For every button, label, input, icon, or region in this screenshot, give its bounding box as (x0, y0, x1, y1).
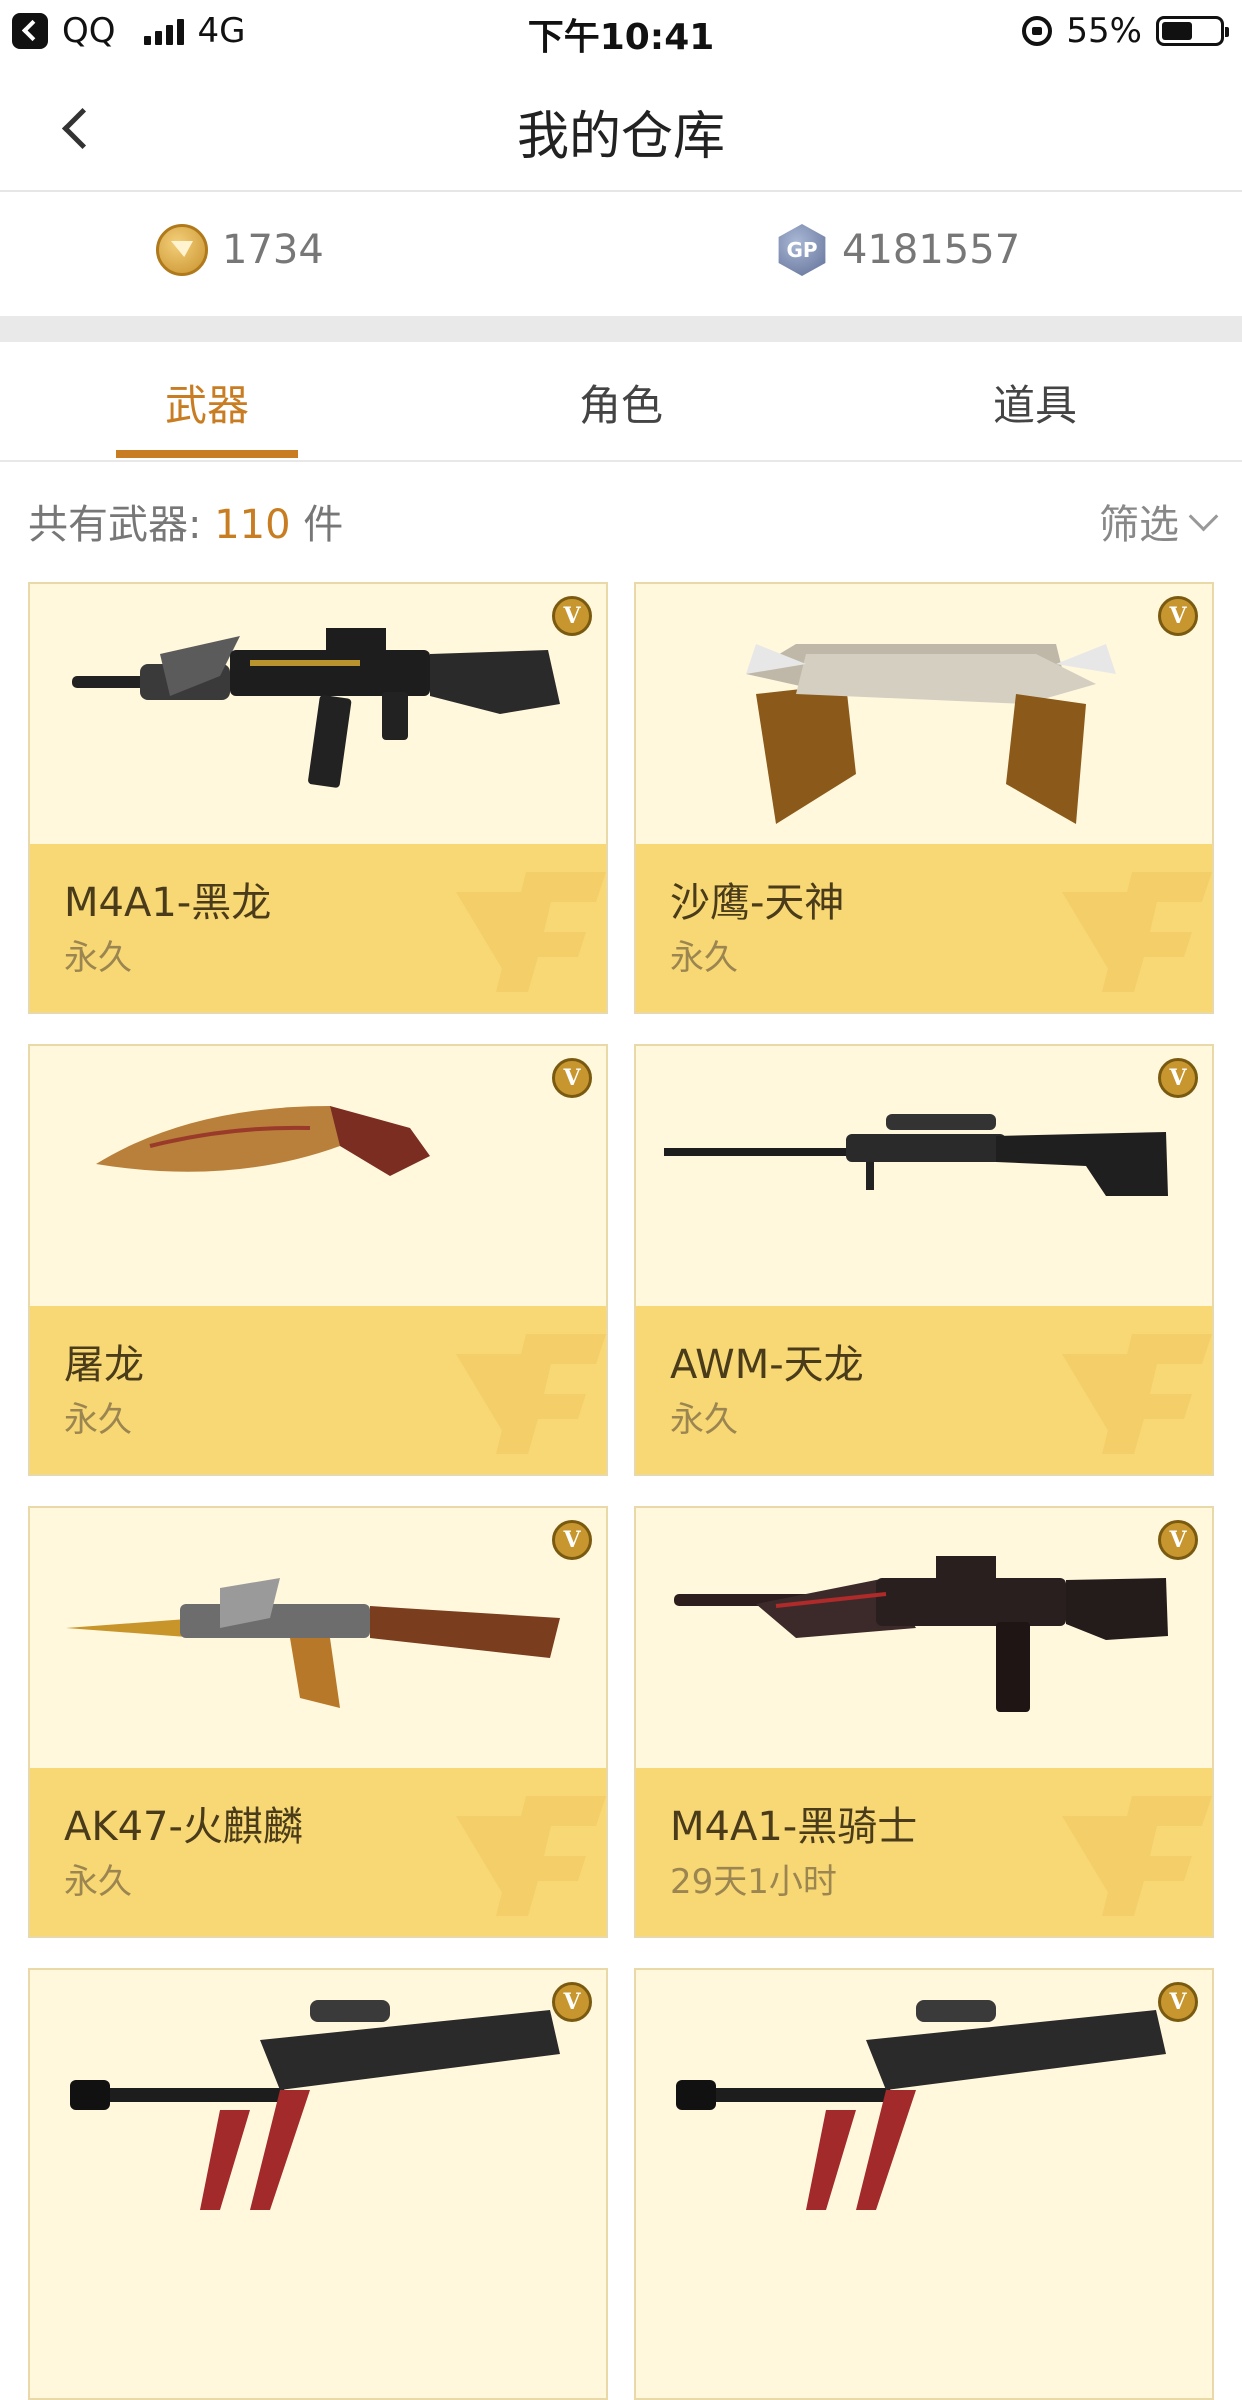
dual-pistols-icon (746, 644, 1116, 824)
gp-points-value: 4181557 (842, 227, 1021, 273)
vip-badge-icon: V (1158, 596, 1198, 636)
cf-logo-watermark-icon (1062, 1334, 1212, 1454)
weapon-image: V (636, 1046, 1212, 1306)
weapon-duration: 永久 (670, 1400, 738, 1440)
weapon-card[interactable]: V M4A1-黑龙 永久 (28, 582, 608, 1014)
card-info: 沙鹰-天神 永久 (636, 844, 1212, 1012)
battery-percent: 55% (1066, 11, 1142, 51)
card-info: AK47-火麒麟 永久 (30, 1768, 606, 1936)
weapon-image: V (30, 1970, 606, 2230)
vip-badge-icon: V (1158, 1058, 1198, 1098)
weapon-image: V (30, 1508, 606, 1768)
card-info: AWM-天龙 永久 (636, 1306, 1212, 1474)
status-right: 55% (1022, 10, 1229, 52)
rotation-lock-icon (1022, 16, 1053, 46)
cf-logo-watermark-icon (456, 872, 606, 992)
weapon-duration: 永久 (670, 938, 738, 978)
weapon-image: V (636, 1970, 1212, 2230)
status-bar: QQ 4G 下午10:41 55% (0, 0, 1242, 62)
vip-badge-icon: V (552, 596, 592, 636)
vip-badge-icon: V (552, 1520, 592, 1560)
page-title: 我的仓库 (516, 107, 725, 167)
vip-badge-icon: V (552, 1982, 592, 2022)
gp-coin-icon: GP (778, 224, 826, 276)
cf-logo-watermark-icon (456, 1796, 606, 1916)
kukri-knife-icon (96, 1106, 430, 1176)
weapon-duration: 永久 (64, 1400, 132, 1440)
weapon-card[interactable]: V 屠龙 永久 (28, 1044, 608, 1476)
filter-row: 共有武器: 110 件 筛选 (0, 460, 1242, 580)
weapon-image: V (636, 1508, 1212, 1768)
count-prefix: 共有武器: (28, 502, 202, 548)
tab-characters[interactable]: 角色 (496, 372, 746, 433)
chevron-down-icon (1188, 501, 1219, 531)
tab-items[interactable]: 道具 (910, 372, 1160, 433)
weapon-card[interactable]: V AWM-天龙 永久 (634, 1044, 1214, 1476)
heavy-sniper-icon (70, 2000, 560, 2210)
cf-points-value: 1734 (222, 227, 324, 273)
weapon-image: V (30, 584, 606, 844)
card-info: M4A1-黑龙 永久 (30, 844, 606, 1012)
card-info: 屠龙 永久 (30, 1306, 606, 1474)
category-tabs: 武器 角色 道具 (0, 342, 1242, 462)
weapon-image: V (636, 584, 1212, 844)
weapon-name: AWM-天龙 (670, 1342, 864, 1388)
weapon-duration: 永久 (64, 938, 132, 978)
weapon-name: M4A1-黑骑士 (670, 1804, 918, 1850)
cf-points: 1734 (156, 224, 324, 276)
heavy-sniper-icon (676, 2000, 1166, 2210)
count-suffix: 件 (303, 502, 344, 548)
vip-badge-icon: V (1158, 1520, 1198, 1560)
sniper-rifle-icon (664, 1114, 1168, 1196)
ak47-icon (66, 1578, 560, 1708)
section-divider (0, 316, 1242, 342)
weapon-name: 沙鹰-天神 (670, 880, 845, 926)
nav-bar: 我的仓库 (0, 62, 1242, 192)
gp-points: GP 4181557 (776, 224, 1020, 276)
weapon-card[interactable]: V M4A1-黑骑士 29天1小时 (634, 1506, 1214, 1938)
filter-button[interactable]: 筛选 (1099, 492, 1219, 550)
weapon-name: 屠龙 (64, 1342, 144, 1388)
weapon-duration: 29天1小时 (670, 1862, 837, 1902)
weapon-duration: 永久 (64, 1862, 132, 1902)
cf-logo-watermark-icon (1062, 1796, 1212, 1916)
card-info: M4A1-黑骑士 29天1小时 (636, 1768, 1212, 1936)
currency-bar: 1734 GP 4181557 (0, 192, 1242, 316)
tab-weapons[interactable]: 武器 (82, 372, 332, 433)
cf-logo-watermark-icon (456, 1334, 606, 1454)
vip-badge-icon: V (1158, 1982, 1198, 2022)
count-number: 110 (214, 502, 291, 548)
weapon-card[interactable]: V (28, 1968, 608, 2400)
weapon-card[interactable]: V AK47-火麒麟 永久 (28, 1506, 608, 1938)
cf-logo-watermark-icon (1062, 872, 1212, 992)
cf-coin-icon (156, 224, 208, 276)
rifle-black-knight-icon (674, 1556, 1168, 1712)
weapon-name: AK47-火麒麟 (64, 1804, 303, 1850)
weapon-card[interactable]: V (634, 1968, 1214, 2400)
battery-icon (1156, 16, 1229, 46)
active-tab-indicator (116, 450, 298, 458)
weapon-image: V (30, 1046, 606, 1306)
rifle-black-dragon-icon (72, 628, 560, 788)
weapon-count: 共有武器: 110 件 (28, 492, 343, 550)
weapon-name: M4A1-黑龙 (64, 880, 272, 926)
filter-label: 筛选 (1099, 502, 1179, 548)
vip-badge-icon: V (552, 1058, 592, 1098)
weapon-card[interactable]: V 沙鹰-天神 永久 (634, 582, 1214, 1014)
